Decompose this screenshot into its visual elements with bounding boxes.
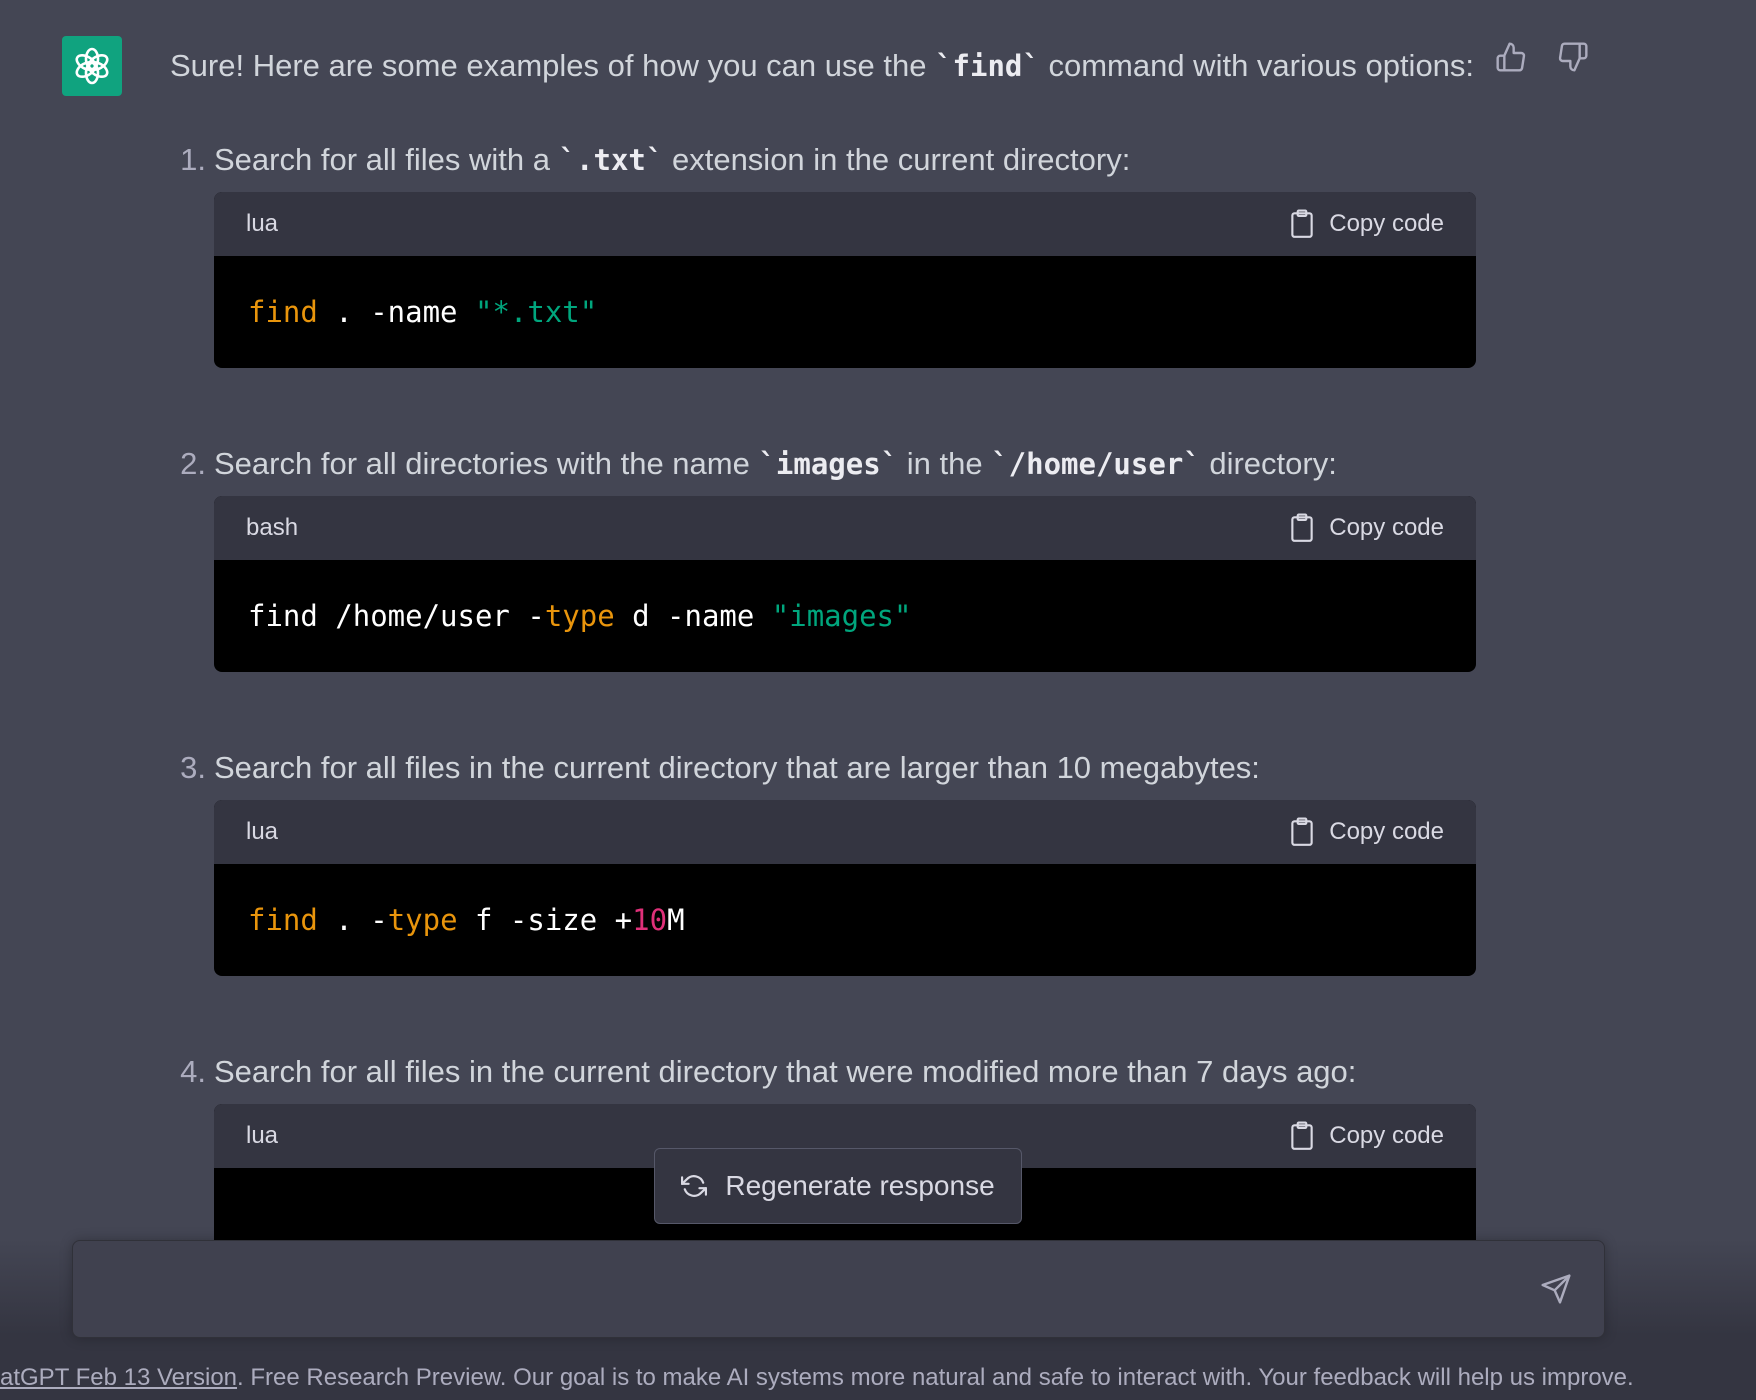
version-link[interactable]: atGPT Feb 13 Version [0,1364,237,1391]
message-input[interactable] [97,1271,1517,1311]
code-content: find . - type f -size +10 M [214,864,1476,976]
code-token: d -name [614,599,772,633]
code-token: M [667,903,685,937]
assistant-message: Sure! Here are some examples of how you … [170,38,1476,1280]
code-token: find /home/user - [248,599,545,633]
code-block: lua Copy code find . -name "*.txt" [214,192,1476,368]
code-language: lua [246,210,279,237]
code-language: bash [246,514,299,541]
copy-code-label: Copy code [1329,514,1444,541]
step-number: 3. [180,750,206,785]
code-content: find . -name "*.txt" [214,256,1476,368]
code-header: lua Copy code [214,192,1476,256]
code-content: find /home/user - type d -name "images" [214,560,1476,672]
code-token: 10 [632,903,668,937]
code-language: lua [246,1122,279,1149]
code-block: bash Copy code find /home/user - type d -… [214,496,1476,672]
copy-code-button[interactable]: Copy code [1289,513,1444,543]
step-text: Search for all files in the current dire… [214,750,1260,785]
feedback-buttons [1494,40,1590,74]
step-number: 1. [180,142,206,177]
copy-code-button[interactable]: Copy code [1289,1121,1444,1151]
clipboard-icon [1291,209,1313,238]
inline-code: `.txt` [558,143,664,177]
step-text: in the [898,446,992,481]
step-title: 1. Search for all files with a `.txt` ex… [180,134,1476,186]
code-token: find [248,903,318,937]
regenerate-response-button[interactable]: Regenerate response [654,1148,1022,1224]
step-title: 2. Search for all directories with the n… [180,438,1476,490]
step-text: extension in the current directory: [663,142,1131,177]
step-number: 4. [180,1054,206,1089]
copy-code-label: Copy code [1329,210,1444,237]
code-token: type [544,599,615,633]
thumbs-down-button[interactable] [1556,40,1590,74]
code-token: find [248,295,318,329]
clipboard-icon [1291,1121,1313,1150]
copy-code-label: Copy code [1329,818,1444,845]
message-input-box [72,1240,1605,1338]
inline-code: `/home/user` [991,447,1201,481]
inline-code: `find` [935,49,1040,83]
code-token: "*.txt" [474,295,598,329]
step-text: Search for all directories with the name [214,446,759,481]
code-token: f -size + [457,903,633,937]
list-item: 2. Search for all directories with the n… [180,438,1476,672]
thumbs-up-button[interactable] [1494,40,1528,74]
thumbs-down-icon [1558,42,1588,72]
code-token: . -name [317,295,475,329]
footer-disclaimer: atGPT Feb 13 Version. Free Research Prev… [0,1364,1756,1392]
clipboard-icon [1291,817,1313,846]
thumbs-up-icon [1496,42,1526,72]
regenerate-label: Regenerate response [725,1170,995,1201]
footer-text: . Free Research Preview. Our goal is to … [237,1364,1634,1391]
code-header: bash Copy code [214,496,1476,560]
intro-text-part: command with various options: [1039,48,1475,83]
send-icon [1541,1274,1571,1304]
list-item: 3. Search for all files in the current d… [180,742,1476,976]
intro-text: Sure! Here are some examples of how you … [170,38,1476,94]
step-title: 3. Search for all files in the current d… [180,742,1476,794]
code-header: lua Copy code [214,800,1476,864]
copy-code-label: Copy code [1329,1122,1444,1149]
inline-code: `images` [758,447,899,481]
code-token: . - [317,903,388,937]
copy-code-button[interactable]: Copy code [1289,209,1444,239]
step-title: 4. Search for all files in the current d… [180,1046,1476,1098]
step-text: directory: [1200,446,1337,481]
clipboard-icon [1291,513,1313,542]
code-token: "images" [771,599,912,633]
step-text: Search for all files with a [214,142,559,177]
step-number: 2. [180,446,206,481]
step-text: Search for all files in the current dire… [214,1054,1357,1089]
code-language: lua [246,818,279,845]
copy-code-button[interactable]: Copy code [1289,817,1444,847]
send-button[interactable] [1540,1273,1574,1307]
code-block: lua Copy code find . - type f -size +10 M [214,800,1476,976]
list-item: 1. Search for all files with a `.txt` ex… [180,134,1476,368]
intro-text-part: Sure! Here are some examples of how you … [170,48,936,83]
refresh-icon [681,1175,708,1197]
openai-logo-icon [75,47,109,85]
code-token: type [387,903,458,937]
assistant-avatar [62,36,122,96]
